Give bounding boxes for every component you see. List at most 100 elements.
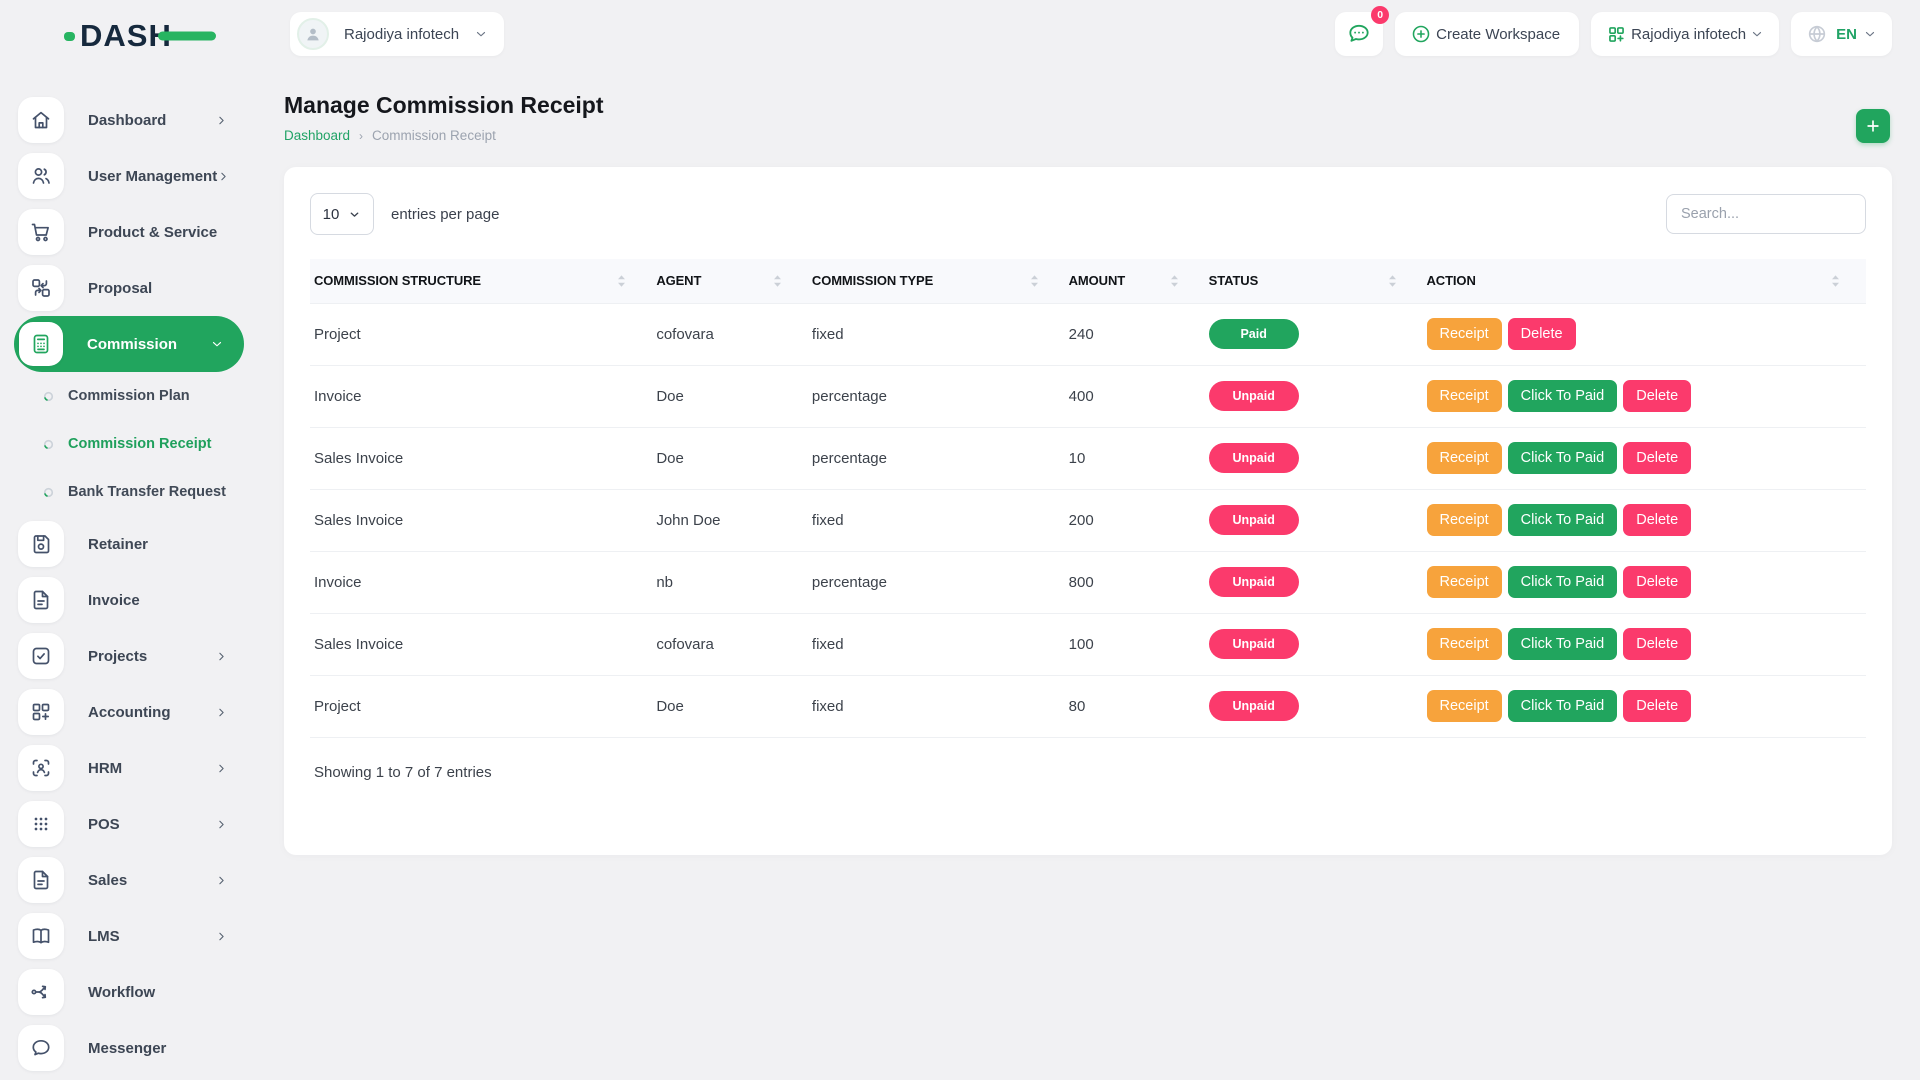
- chevron-right-icon: [215, 706, 228, 719]
- receipt-button[interactable]: Receipt: [1427, 566, 1502, 598]
- sidebar-item-workflow[interactable]: Workflow: [0, 964, 258, 1020]
- delete-button[interactable]: Delete: [1623, 442, 1691, 474]
- messenger-button[interactable]: 0: [1335, 12, 1383, 56]
- sort-icon[interactable]: [1388, 274, 1397, 288]
- circle-plus-icon: [1410, 23, 1432, 45]
- receipt-button[interactable]: Receipt: [1427, 690, 1502, 722]
- click-to-paid-button[interactable]: Click To Paid: [1508, 442, 1618, 474]
- table-row: Sales Invoicecofovarafixed100UnpaidRecei…: [310, 613, 1866, 675]
- sidebar-subitem-bank-transfer-request[interactable]: Bank Transfer Request: [0, 468, 258, 516]
- click-to-paid-button[interactable]: Click To Paid: [1508, 690, 1618, 722]
- sidebar-subitem-commission-receipt[interactable]: Commission Receipt: [0, 420, 258, 468]
- sidebar-item-label: LMS: [88, 928, 120, 945]
- sidebar-item-lms[interactable]: LMS: [0, 908, 258, 964]
- cell-commission-type: fixed: [808, 489, 1065, 551]
- column-header-agent[interactable]: AGENT: [652, 259, 808, 303]
- delete-button[interactable]: Delete: [1623, 628, 1691, 660]
- chevron-right-icon: [215, 818, 228, 831]
- click-to-paid-button[interactable]: Click To Paid: [1508, 380, 1618, 412]
- delete-button[interactable]: Delete: [1623, 380, 1691, 412]
- sort-icon[interactable]: [617, 274, 626, 288]
- chevron-down-icon: [210, 337, 224, 351]
- sidebar-item-label: Commission: [87, 336, 177, 353]
- sidebar-item-label: Sales: [88, 872, 127, 889]
- cell-amount: 240: [1065, 303, 1205, 365]
- add-commission-receipt-button[interactable]: [1856, 109, 1890, 143]
- sidebar-item-label: Invoice: [88, 592, 140, 609]
- transfer-icon: [18, 265, 64, 311]
- create-workspace-button[interactable]: Create Workspace: [1395, 12, 1579, 56]
- click-to-paid-button[interactable]: Click To Paid: [1508, 504, 1618, 536]
- sort-icon[interactable]: [1170, 274, 1179, 288]
- click-to-paid-button[interactable]: Click To Paid: [1508, 628, 1618, 660]
- entries-per-page-select[interactable]: 10: [310, 193, 374, 235]
- sidebar-item-invoice[interactable]: Invoice: [0, 572, 258, 628]
- bullet-icon: [42, 438, 55, 451]
- column-header-action[interactable]: ACTION: [1423, 259, 1867, 303]
- sidebar-item-accounting[interactable]: Accounting: [0, 684, 258, 740]
- click-to-paid-button[interactable]: Click To Paid: [1508, 566, 1618, 598]
- sidebar-item-projects[interactable]: Projects: [0, 628, 258, 684]
- sidebar-item-hrm[interactable]: HRM: [0, 740, 258, 796]
- chevron-down-icon: [1863, 27, 1877, 41]
- table-header-row: COMMISSION STRUCTUREAGENTCOMMISSION TYPE…: [310, 259, 1866, 303]
- sort-icon[interactable]: [773, 274, 782, 288]
- delete-button[interactable]: Delete: [1623, 504, 1691, 536]
- delete-button[interactable]: Delete: [1623, 566, 1691, 598]
- language-selector[interactable]: EN: [1791, 12, 1892, 56]
- breadcrumb-dashboard-link[interactable]: Dashboard: [284, 128, 350, 143]
- column-header-commission-type[interactable]: COMMISSION TYPE: [808, 259, 1065, 303]
- workspace-user-selector[interactable]: Rajodiya infotech: [290, 12, 504, 56]
- cell-agent: nb: [652, 551, 808, 613]
- cell-commission-structure: Project: [310, 303, 652, 365]
- delete-button[interactable]: Delete: [1508, 318, 1576, 350]
- column-header-amount[interactable]: AMOUNT: [1065, 259, 1205, 303]
- sidebar-item-commission[interactable]: Commission: [14, 316, 244, 372]
- search-input[interactable]: [1666, 194, 1866, 234]
- receipt-button[interactable]: Receipt: [1427, 318, 1502, 350]
- cart-icon: [18, 209, 64, 255]
- receipt-button[interactable]: Receipt: [1427, 628, 1502, 660]
- globe-icon: [1806, 23, 1828, 45]
- cell-agent: Doe: [652, 675, 808, 737]
- status-badge: Paid: [1209, 319, 1299, 349]
- sidebar-item-messenger[interactable]: Messenger: [0, 1020, 258, 1076]
- receipt-button[interactable]: Receipt: [1427, 380, 1502, 412]
- receipt-button[interactable]: Receipt: [1427, 442, 1502, 474]
- column-header-status[interactable]: STATUS: [1205, 259, 1423, 303]
- cell-amount: 400: [1065, 365, 1205, 427]
- delete-button[interactable]: Delete: [1623, 690, 1691, 722]
- sidebar-item-retainer[interactable]: Retainer: [0, 516, 258, 572]
- sort-icon[interactable]: [1831, 274, 1840, 288]
- cell-action: ReceiptClick To PaidDelete: [1423, 427, 1867, 489]
- sidebar-item-product-service[interactable]: Product & Service: [0, 204, 258, 260]
- sidebar-subitem-commission-plan[interactable]: Commission Plan: [0, 372, 258, 420]
- sort-icon[interactable]: [1030, 274, 1039, 288]
- cell-status: Unpaid: [1205, 489, 1423, 551]
- cell-amount: 80: [1065, 675, 1205, 737]
- users-icon: [18, 153, 64, 199]
- cell-agent: cofovara: [652, 613, 808, 675]
- cell-commission-type: fixed: [808, 613, 1065, 675]
- status-badge: Unpaid: [1209, 505, 1299, 535]
- sidebar-item-label: User Management: [88, 168, 217, 185]
- calculator-icon: [19, 322, 63, 366]
- cell-status: Unpaid: [1205, 365, 1423, 427]
- plus-icon: [1864, 117, 1882, 135]
- sidebar-item-label: Retainer: [88, 536, 148, 553]
- sidebar-item-dashboard[interactable]: Dashboard: [0, 92, 258, 148]
- chevron-right-icon: [215, 762, 228, 775]
- sidebar-item-proposal[interactable]: Proposal: [0, 260, 258, 316]
- table-row: Invoicenbpercentage800UnpaidReceiptClick…: [310, 551, 1866, 613]
- cell-commission-structure: Sales Invoice: [310, 489, 652, 551]
- sidebar-item-label: Accounting: [88, 704, 171, 721]
- sidebar-item-pos[interactable]: POS: [0, 796, 258, 852]
- cell-agent: John Doe: [652, 489, 808, 551]
- sidebar-item-user-management[interactable]: User Management: [0, 148, 258, 204]
- company-selector[interactable]: Rajodiya infotech: [1591, 12, 1779, 56]
- receipt-button[interactable]: Receipt: [1427, 504, 1502, 536]
- sidebar-item-sales[interactable]: Sales: [0, 852, 258, 908]
- cell-status: Unpaid: [1205, 427, 1423, 489]
- column-header-commission-structure[interactable]: COMMISSION STRUCTURE: [310, 259, 652, 303]
- logo-bar-icon: [158, 32, 216, 41]
